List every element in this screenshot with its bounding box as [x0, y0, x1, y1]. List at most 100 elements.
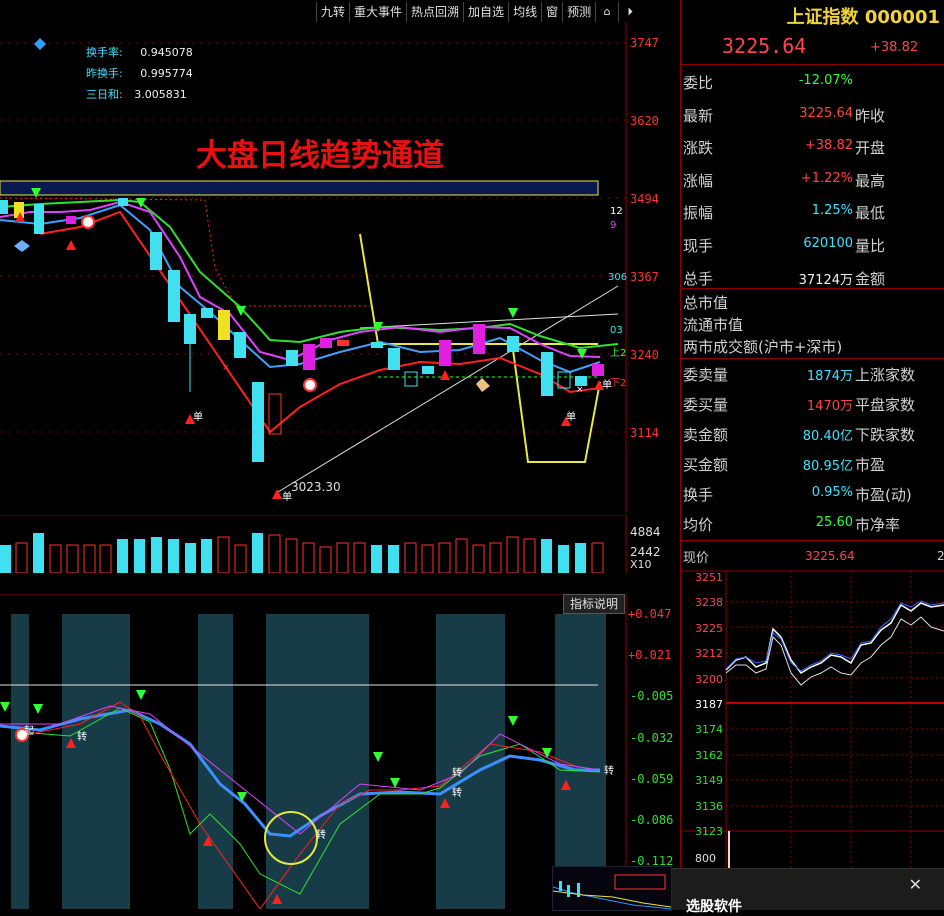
quote-row-label2: 上涨家数: [855, 366, 916, 384]
indicator-help-button[interactable]: 指标说明: [563, 594, 625, 614]
signal-label: 转: [452, 788, 462, 799]
mini-axis-label: 3212: [695, 647, 723, 660]
quote-row: 涨跌 +38.82 开盘: [683, 131, 943, 163]
quote-row-label: 最新: [683, 106, 714, 125]
right-mark: 306: [608, 272, 628, 283]
quote-row-label: 卖金额: [683, 426, 729, 444]
index-name: 上证指数: [786, 7, 859, 28]
quote-row: 卖金额 80.40亿 下跌家数: [683, 418, 943, 450]
quote-row-label2: 最高: [855, 171, 886, 190]
volume-axis-label: 4884: [630, 525, 661, 539]
quote-row-value: 80.40亿: [802, 429, 853, 444]
quote-row: 现手 620100 量比: [683, 229, 943, 261]
buy-signal-label: 单: [193, 412, 203, 423]
quote-row-value: -12.07%: [798, 73, 853, 88]
mini-axis-label: 3187: [695, 698, 723, 711]
info-row-turnover: 换手率: 0.945078: [86, 46, 193, 59]
quote-row-label2: 下跌家数: [855, 426, 916, 444]
volume-chart[interactable]: 4884 2442 X10: [0, 515, 661, 573]
quote-row-value: 1874万: [806, 369, 853, 384]
quote-row-value: 25.60: [815, 515, 853, 530]
quote-row-label: 振幅: [683, 204, 714, 223]
signal-label: 起: [24, 726, 34, 737]
intraday-mini-chart[interactable]: 现价 3225.64 2 3251 3238 3225 3212 3200 3187 317…: [681, 545, 944, 875]
quote-row-value: 0.95%: [811, 485, 853, 500]
signal-label: 转: [316, 830, 326, 841]
quote-row: 委买量 1470万 平盘家数: [683, 388, 943, 420]
buy-signal-label: 单: [282, 492, 292, 503]
price-axis-label: 3367: [630, 270, 659, 284]
quote-row-value: 1.25%: [811, 203, 853, 219]
info-row-prev-turnover: 昨换手: 0.995774: [86, 67, 193, 80]
quote-row-label2: 量比: [855, 237, 886, 255]
chart-toolbar: 九转 重大事件 热点回溯 加自选 均线 窗 预测 ⌂ ⏵: [316, 2, 641, 22]
quote-row-value: 620100: [803, 236, 853, 251]
lock-icon[interactable]: ⌂: [595, 2, 618, 22]
quote-row-value: 37124万: [798, 272, 853, 288]
main-kline-chart[interactable]: × × 换手率: 0.945078 昨换手: 0.995774 三日和: 3.0…: [0, 22, 659, 512]
quote-row: 均价 25.60 市净率: [683, 508, 943, 540]
indicator-axis-label: -0.059: [630, 772, 674, 786]
chart-title: 大盘日线趋势通道: [196, 138, 444, 174]
index-change: +38.82: [870, 40, 919, 55]
mini-axis-label: 3162: [695, 749, 723, 762]
toolbar-jiuzhuan[interactable]: 九转: [316, 2, 349, 22]
popup-title: 选股软件: [686, 899, 742, 915]
quote-row-value: +38.82: [804, 138, 853, 154]
quote-row-label: 均价: [683, 516, 714, 534]
chart-thumbnail[interactable]: [552, 866, 672, 911]
market-cap-section: 总市值 流通市值 两市成交额(沪市+深市): [683, 292, 842, 358]
float-market-cap-label: 流通市值: [683, 316, 744, 334]
indicator-axis-label: -0.032: [630, 731, 674, 745]
quote-row-label: 委卖量: [683, 366, 729, 384]
right-mark: 下2: [610, 378, 627, 389]
close-icon[interactable]: ✕: [909, 875, 922, 894]
mini-axis-label: 3200: [695, 673, 723, 686]
total-market-cap-label: 总市值: [683, 294, 729, 312]
quote-row: 委比 -12.07%: [683, 66, 943, 98]
toolbar-moving-average[interactable]: 均线: [508, 2, 541, 22]
right-mark: 12: [610, 206, 623, 217]
quote-row-label: 买金额: [683, 456, 729, 474]
turnover-two-markets-label: 两市成交额(沪市+深市): [683, 338, 843, 356]
price-axis-label: 3620: [630, 114, 659, 128]
toolbar-major-events[interactable]: 重大事件: [349, 2, 406, 22]
mini-axis-label: 3251: [695, 571, 723, 584]
mini-axis-label: 3174: [695, 723, 723, 736]
svg-text:×: ×: [222, 363, 230, 373]
toolbar-add-watchlist[interactable]: 加自选: [463, 2, 508, 22]
volume-axis-unit: X10: [630, 558, 652, 571]
quote-row-value: +1.22%: [800, 170, 853, 186]
volume-axis-label: 2442: [630, 545, 661, 559]
indicator-axis-label: +0.047: [628, 607, 672, 621]
info-panel: 换手率: 0.945078 昨换手: 0.995774 三日和: 3.00583…: [86, 44, 193, 102]
indicator-axis-label: +0.021: [628, 648, 672, 662]
quote-row: 委卖量 1874万 上涨家数: [683, 358, 943, 390]
quote-row-value: 1470万: [806, 399, 853, 414]
price-axis-label: 3494: [630, 192, 659, 206]
quote-row-label: 涨跌: [683, 139, 714, 158]
quote-row-value: 3225.64: [799, 105, 853, 121]
price-axis-label: 3114: [630, 426, 659, 440]
right-mark: 9: [610, 220, 617, 231]
indicator-chart[interactable]: 指标说明 起 转 转 转 转 转 +0.047 +0.021 -0.005 -0…: [0, 594, 673, 909]
quote-row-label: 现手: [683, 237, 714, 255]
quote-row-label2: 市盈(动): [855, 486, 912, 504]
quote-row-label: 涨幅: [683, 171, 714, 190]
toolbar-window[interactable]: 窗: [541, 2, 562, 22]
toolbar-forecast[interactable]: 预测: [562, 2, 595, 22]
mini-axis-label: 3225: [695, 622, 723, 635]
info-row-three-day-sum: 三日和: 3.005831: [86, 88, 187, 101]
quote-row-label: 总手: [683, 269, 714, 288]
toolbar-hotspot-review[interactable]: 热点回溯: [406, 2, 463, 22]
quote-row-label: 委买量: [683, 396, 729, 414]
quote-row: 买金额 80.95亿 市盈: [683, 448, 943, 480]
collapse-icon[interactable]: ⏵: [618, 2, 641, 22]
mini-axis-label: 3149: [695, 774, 723, 787]
signal-label: 转: [452, 768, 462, 779]
quote-row-label2: 金额: [855, 269, 886, 288]
quote-row: 振幅 1.25% 最低: [683, 196, 943, 228]
quote-row-label2: 市净率: [855, 516, 901, 534]
stock-picker-popup[interactable]: 选股软件 ✕: [672, 868, 944, 915]
mini-axis-label: 3123: [695, 825, 723, 838]
